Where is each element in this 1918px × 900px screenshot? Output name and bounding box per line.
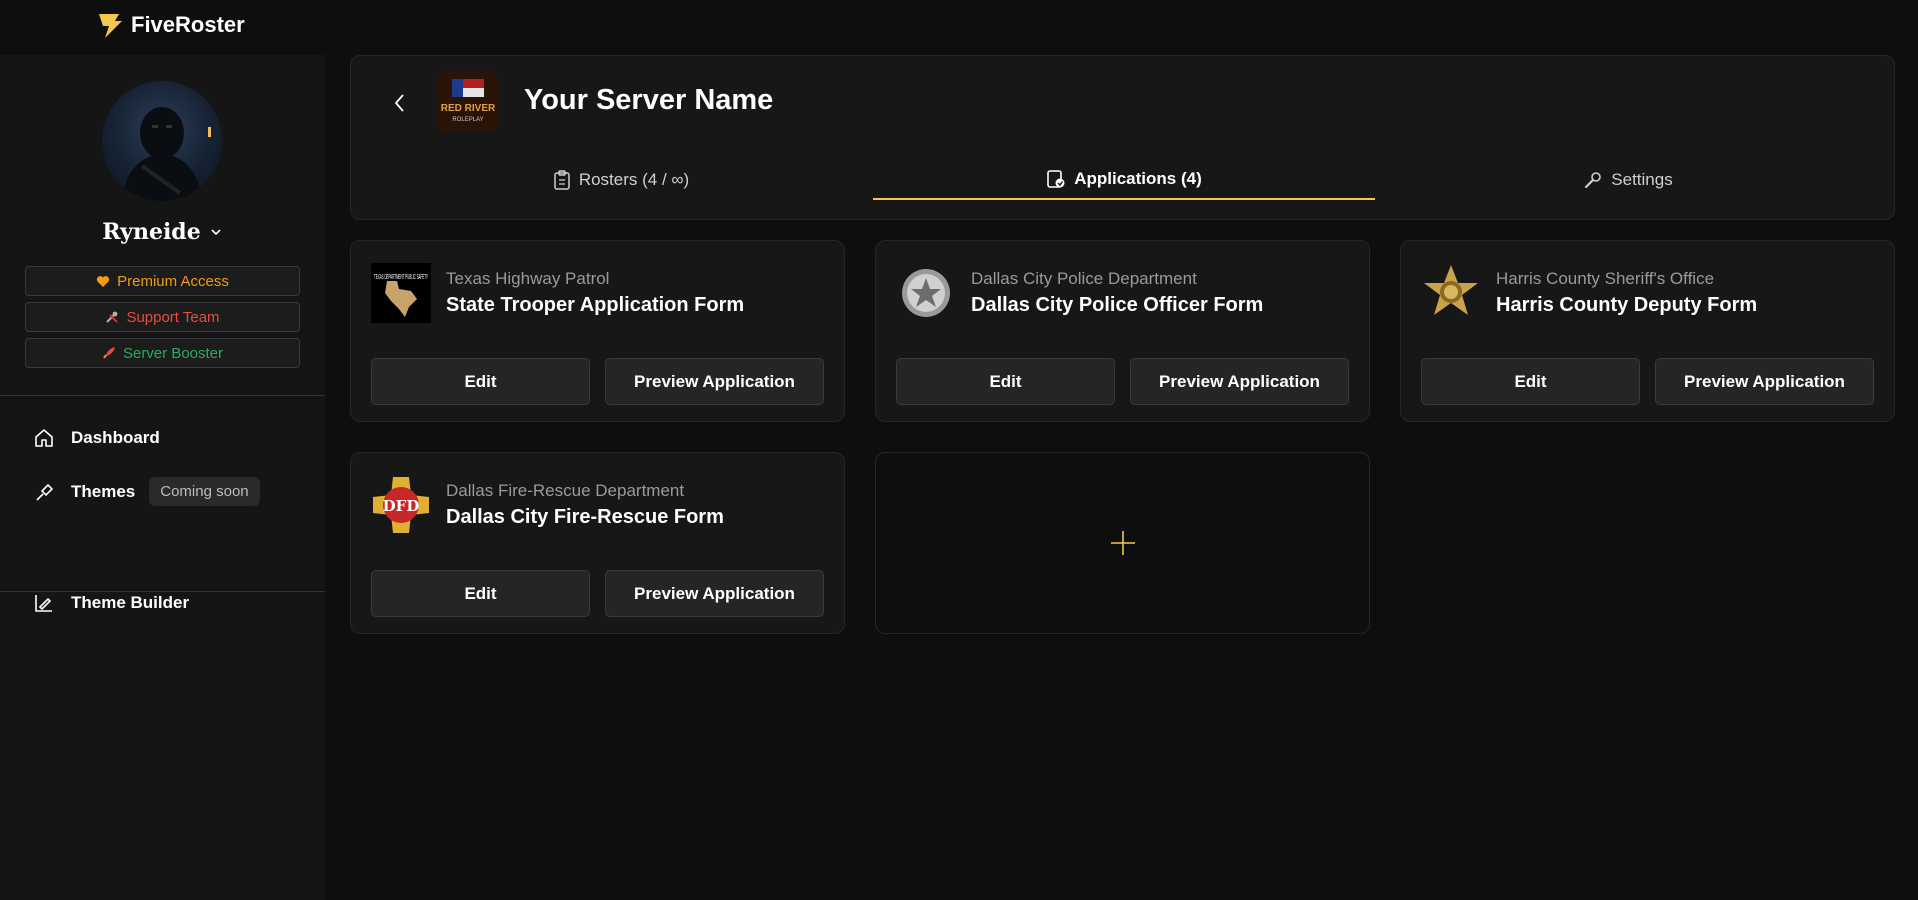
premium-access-label: Premium Access [117,272,229,290]
sidebar-divider [0,591,325,592]
application-title: Dallas City Police Officer Form [971,294,1264,316]
rocket-icon [103,347,115,359]
username: Ryneide [102,219,201,245]
edit-button[interactable]: Edit [1421,358,1640,405]
dallas-fire-rescue-logo: DFD [371,475,431,535]
app-name: FiveRoster [131,12,245,37]
preview-application-button[interactable]: Preview Application [605,570,824,617]
tab-settings[interactable]: Settings [1377,160,1879,200]
app-logo[interactable]: FiveRoster [95,10,245,40]
wrench-icon [1585,172,1602,189]
application-card: Dallas City Police Department Dallas Cit… [875,240,1370,422]
sidebar-divider [0,395,325,396]
plus-icon [1110,531,1135,555]
dallas-police-badge-logo [896,263,956,323]
server-logo: RED RIVER ROLEPLAY [438,71,498,131]
edit-button[interactable]: Edit [896,358,1115,405]
edit-button[interactable]: Edit [371,570,590,617]
texas-dps-logo: TEXAS DEPARTMENT PUBLIC SAFETY [371,263,431,323]
heart-icon [96,275,110,287]
page-title: Your Server Name [524,84,774,116]
server-booster-label: Server Booster [122,344,224,362]
preview-application-button[interactable]: Preview Application [1655,358,1874,405]
application-card: TEXAS DEPARTMENT PUBLIC SAFETY Texas Hig… [350,240,845,422]
lightning-logo-icon [99,14,122,38]
user-menu[interactable]: Ryneide [0,219,325,245]
department-name: Harris County Sheriff's Office [1496,269,1715,288]
department-name: Dallas City Police Department [971,269,1197,288]
preview-application-button[interactable]: Preview Application [1130,358,1349,405]
application-card: DFD Dallas Fire-Rescue Department Dallas… [350,452,845,634]
edit-button[interactable]: Edit [371,358,590,405]
sidebar-item-label: Dashboard [71,428,160,447]
avatar[interactable] [102,81,222,201]
pen-ruler-icon [35,595,52,612]
application-title: Harris County Deputy Form [1496,294,1758,316]
server-booster-badge: Server Booster [25,338,300,368]
tab-rosters[interactable]: Rosters (4 / ∞) [371,160,871,200]
top-bar: FiveRoster [0,0,1918,55]
sidebar-item-label: Themes [71,481,136,501]
tab-applications[interactable]: Applications (4) [873,160,1375,200]
support-team-label: Support Team [126,308,220,326]
tab-label: Settings [1611,170,1673,189]
support-team-badge: Support Team [25,302,300,332]
server-logo-text-1: RED RIVER [441,103,496,114]
chevron-left-icon [394,94,404,112]
home-icon [35,429,53,447]
department-name: Texas Highway Patrol [446,269,610,288]
server-header: RED RIVER ROLEPLAY Your Server Name Rost… [350,55,1895,220]
application-icon [1047,170,1065,188]
paintbrush-icon [36,483,54,501]
server-logo-image: RED RIVER ROLEPLAY [438,71,498,131]
server-logo-text-2: ROLEPLAY [452,117,483,123]
department-name: Dallas Fire-Rescue Department [446,481,685,500]
coming-soon-badge: Coming soon [149,477,260,506]
chevron-down-icon [211,229,221,236]
application-title: State Trooper Application Form [446,294,745,316]
application-title: Dallas City Fire-Rescue Form [446,506,724,528]
add-application-button[interactable] [875,452,1370,634]
tools-icon [106,311,119,323]
sidebar-item-themes[interactable]: Themes Coming soon [33,477,260,506]
sidebar: Ryneide Premium Access Support Team Serv… [0,55,325,900]
clipboard-icon [554,170,570,190]
sidebar-item-theme-builder[interactable]: Theme Builder [33,592,189,614]
harris-sheriff-star-logo [1421,263,1481,323]
application-card: Harris County Sheriff's Office Harris Co… [1400,240,1895,422]
back-button[interactable] [388,91,412,115]
sidebar-item-dashboard[interactable]: Dashboard [33,427,160,449]
sidebar-item-label: Theme Builder [71,593,190,612]
texas-dps-logo-text: TEXAS DEPARTMENT PUBLIC SAFETY [374,274,428,281]
tab-label: Applications (4) [1074,169,1202,188]
tab-label: Rosters (4 / ∞) [578,170,690,189]
dallas-fire-rescue-logo-text: DFD [383,497,420,515]
premium-access-badge: Premium Access [25,266,300,296]
preview-application-button[interactable]: Preview Application [605,358,824,405]
avatar-image [122,107,211,201]
